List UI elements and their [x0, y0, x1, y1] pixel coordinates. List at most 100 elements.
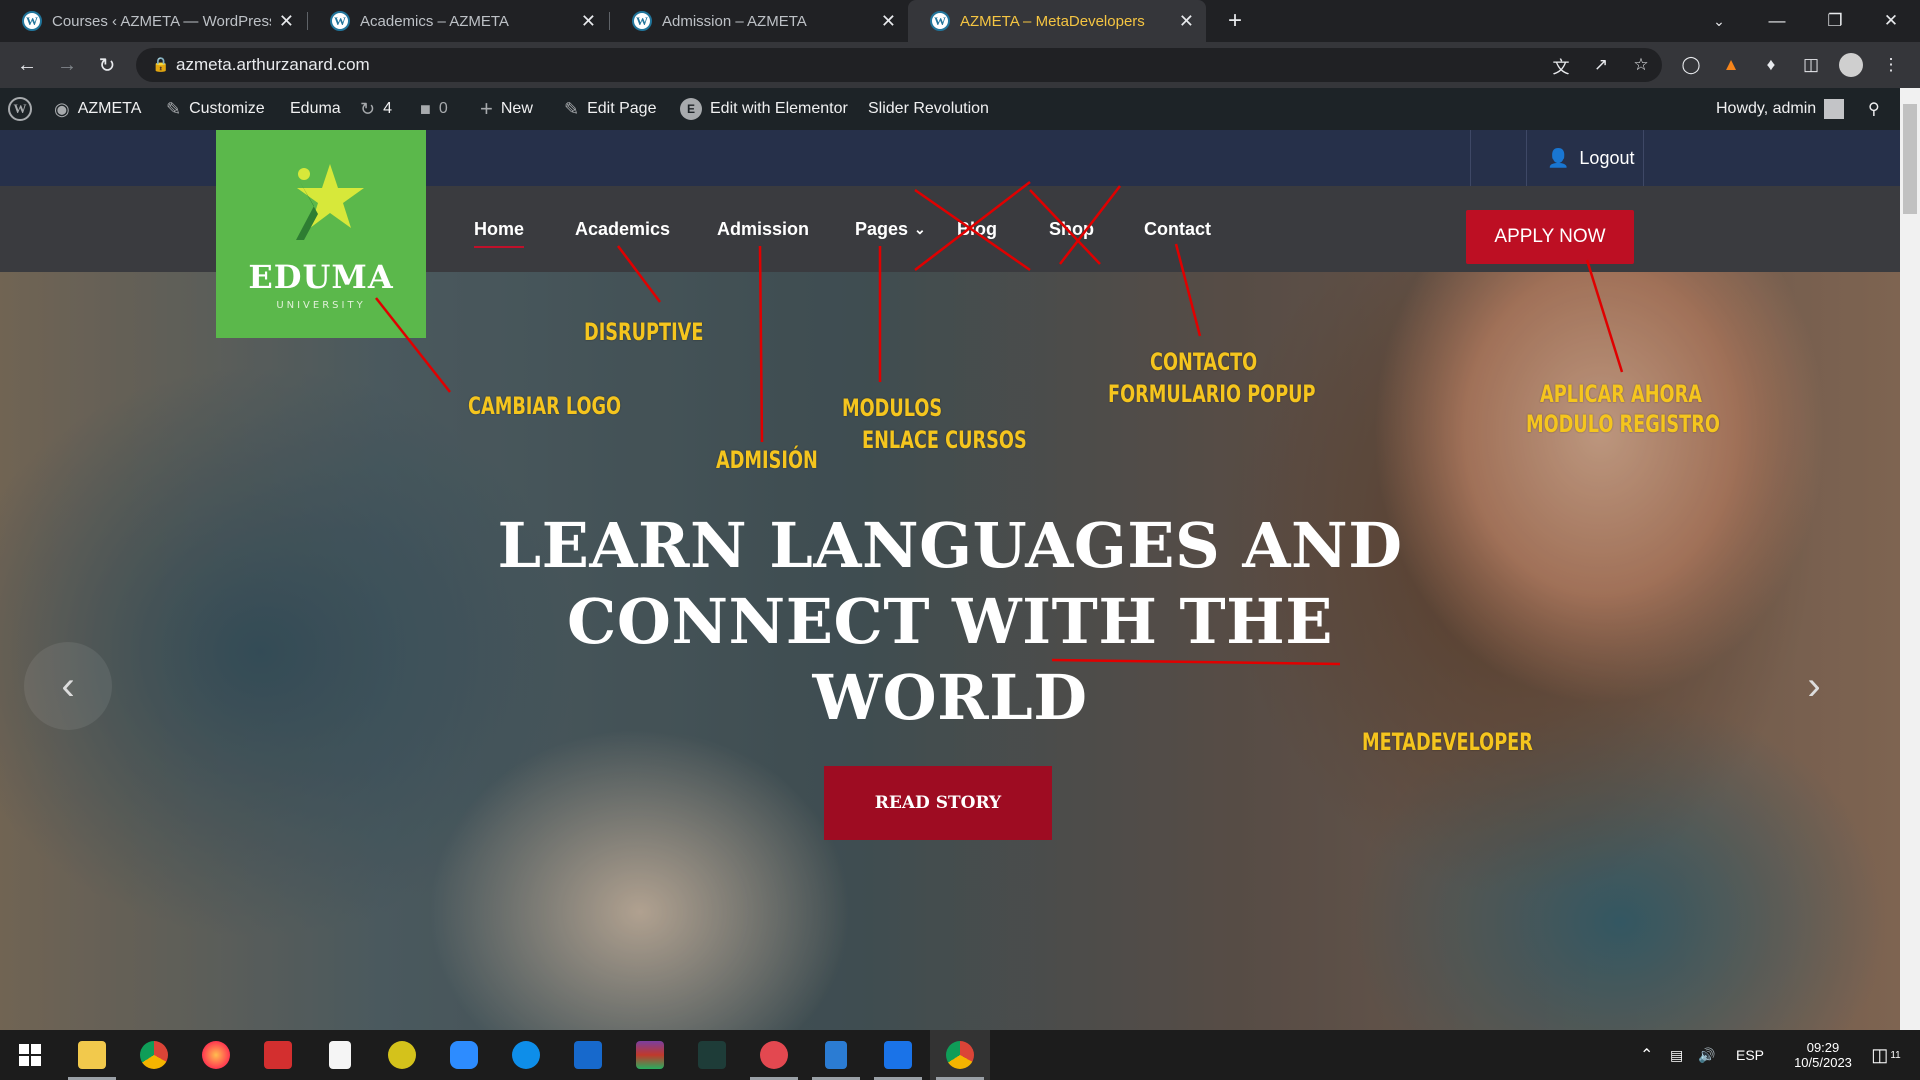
chrome-active-icon[interactable] — [930, 1030, 990, 1080]
wp-howdy-account[interactable]: Howdy, admin — [1716, 88, 1845, 130]
clock-time: 09:29 — [1806, 1040, 1840, 1055]
windows-taskbar: ⌃ ▤ 🔊 ESP 09:29 10/5/2023 ◫ 11 — [0, 1030, 1920, 1080]
wp-edit-page[interactable]: ✎ Edit Page — [564, 88, 656, 130]
wp-new-content[interactable]: + New — [480, 88, 533, 130]
annotation-modulos: MODULOS — [842, 394, 943, 422]
annotation-disruptive: DISRUPTIVE — [584, 318, 704, 346]
acrobat-icon[interactable] — [248, 1030, 308, 1080]
notification-count: 11 — [1890, 1049, 1901, 1061]
page-scrollbar[interactable] — [1900, 88, 1920, 1030]
profile-avatar[interactable] — [1838, 52, 1864, 78]
theme-label: Eduma — [290, 100, 341, 117]
wordpress-icon: W — [330, 11, 350, 31]
elementor-icon: E — [680, 98, 702, 120]
pencil-icon: ✎ — [564, 98, 580, 119]
language-indicator[interactable]: ESP — [1736, 1030, 1764, 1080]
notification-center-icon[interactable]: ◫ 11 — [1866, 1030, 1906, 1080]
scrollbar-thumb[interactable] — [1903, 104, 1917, 214]
clock-date: 10/5/2023 — [1794, 1055, 1852, 1070]
filmora-icon[interactable] — [682, 1030, 742, 1080]
zoom-icon[interactable] — [434, 1030, 494, 1080]
close-tab-icon[interactable]: ✕ — [581, 11, 596, 32]
annotation-formulario-popup: FORMULARIO POPUP — [1108, 380, 1316, 408]
minimize-button[interactable]: — — [1748, 0, 1806, 42]
winrar-icon[interactable] — [620, 1030, 680, 1080]
tab-title: AZMETA – MetaDevelopers — [960, 12, 1145, 30]
store-icon[interactable] — [558, 1030, 618, 1080]
wp-search-icon[interactable]: ⚲ — [1868, 88, 1880, 130]
side-panel-icon[interactable]: ◫ — [1798, 52, 1824, 78]
howdy-label: Howdy, admin — [1716, 100, 1817, 117]
website-viewport: 👤 Logout Home Academics Admission Pages ⌄… — [0, 130, 1900, 1030]
comments-count: 0 — [438, 100, 448, 117]
close-tab-icon[interactable]: ✕ — [881, 11, 896, 32]
back-arrow-icon[interactable]: ← — [12, 50, 42, 80]
restore-button[interactable]: ❐ — [1806, 0, 1864, 42]
address-bar[interactable]: 🔒 azmeta.arthurzanard.com — [136, 48, 1662, 82]
firefox-icon[interactable] — [186, 1030, 246, 1080]
plus-icon: + — [480, 96, 493, 121]
notification-icon: ◫ — [1871, 1044, 1889, 1065]
close-tab-icon[interactable]: ✕ — [279, 11, 294, 32]
wp-customize[interactable]: ✎ Customize — [166, 88, 265, 130]
reload-icon[interactable]: ↻ — [92, 50, 122, 80]
bookmark-star-icon[interactable]: ☆ — [1628, 52, 1654, 78]
chrome-icon[interactable] — [124, 1030, 184, 1080]
document-icon[interactable] — [806, 1030, 866, 1080]
wp-comments[interactable]: ■ 0 — [420, 88, 448, 130]
slider-label: Slider Revolution — [868, 100, 989, 117]
tab-search-icon[interactable]: ⌄ — [1690, 0, 1748, 42]
wp-site-name[interactable]: ◉ AZMETA — [54, 88, 141, 130]
browser-tab[interactable]: W Academics – AZMETA ✕ — [308, 0, 608, 42]
annotation-aplicar-ahora: APLICAR AHORA — [1540, 380, 1702, 408]
new-tab-button[interactable]: + — [1222, 7, 1248, 34]
wp-slider-revolution[interactable]: Slider Revolution — [868, 88, 989, 130]
tab-title: Courses ‹ AZMETA — WordPress — [52, 12, 271, 30]
close-window-button[interactable]: ✕ — [1862, 0, 1920, 42]
dashboard-icon: ◉ — [54, 98, 70, 119]
updates-icon: ↻ — [360, 98, 376, 119]
wordpress-icon: W — [930, 11, 950, 31]
lightbulb-extension-icon[interactable]: ◯ — [1678, 52, 1704, 78]
annotation-enlace-cursos: ENLACE CURSOS — [862, 426, 1027, 454]
annotation-cambiar-logo: CAMBIAR LOGO — [468, 392, 622, 420]
extensions-puzzle-icon[interactable]: ♦ — [1758, 52, 1784, 78]
new-label: New — [500, 100, 533, 117]
wp-updates[interactable]: ↻ 4 — [360, 88, 392, 130]
site-name-label: AZMETA — [77, 100, 142, 117]
browser-tab[interactable]: W Courses ‹ AZMETA — WordPress ✕ — [0, 0, 306, 42]
lock-icon: 🔒 — [152, 56, 170, 72]
teamviewer-icon[interactable] — [496, 1030, 556, 1080]
clock[interactable]: 09:29 10/5/2023 — [1778, 1030, 1868, 1080]
tab-title: Admission – AZMETA — [662, 12, 807, 30]
wp-logo-icon[interactable]: W — [8, 88, 32, 130]
brush-icon: ✎ — [166, 98, 182, 119]
wordpress-icon: W — [22, 11, 42, 31]
file-explorer-icon[interactable] — [62, 1030, 122, 1080]
translate-icon[interactable]: 文 — [1548, 52, 1574, 78]
customize-label: Customize — [189, 100, 265, 117]
network-icon[interactable]: ▤ — [1670, 1030, 1683, 1080]
wp-edit-elementor[interactable]: E Edit with Elementor — [680, 88, 848, 130]
admin-avatar — [1824, 99, 1845, 119]
url-text: azmeta.arthurzanard.com — [176, 55, 370, 74]
wp-theme-menu[interactable]: Eduma — [290, 88, 341, 130]
windows-start-icon[interactable] — [0, 1030, 60, 1080]
annotation-contacto: CONTACTO — [1150, 348, 1258, 376]
video-player-icon[interactable] — [868, 1030, 928, 1080]
browser-menu-icon[interactable]: ⋮ — [1878, 52, 1904, 78]
app-yellow-icon[interactable] — [372, 1030, 432, 1080]
tray-chevron-icon[interactable]: ⌃ — [1640, 1030, 1653, 1080]
annotation-lines — [375, 181, 1624, 666]
volume-icon[interactable]: 🔊 — [1698, 1030, 1715, 1080]
annotation-metadeveloper: METADEVELOPER — [1362, 728, 1533, 756]
close-tab-icon[interactable]: ✕ — [1179, 11, 1194, 32]
metamask-extension-icon[interactable]: ▲ — [1718, 52, 1744, 78]
browser-tab[interactable]: W Admission – AZMETA ✕ — [610, 0, 908, 42]
notepad-icon[interactable] — [310, 1030, 370, 1080]
creative-cloud-icon[interactable] — [744, 1030, 804, 1080]
forward-arrow-icon[interactable]: → — [52, 50, 82, 80]
share-icon[interactable]: ↗ — [1588, 52, 1614, 78]
browser-tab-strip: W Courses ‹ AZMETA — WordPress ✕ W Acade… — [0, 0, 1920, 42]
browser-tab-active[interactable]: W AZMETA – MetaDevelopers ✕ — [908, 0, 1206, 42]
